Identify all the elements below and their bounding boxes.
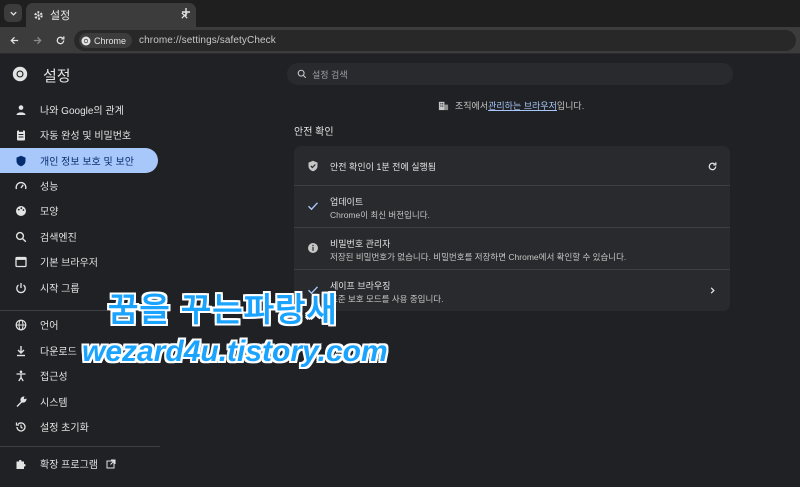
browser-icon (15, 256, 27, 268)
plus-icon (182, 8, 190, 16)
sidebar-item-privacy[interactable]: 개인 정보 보호 및 보안 (0, 148, 158, 173)
watermark-title: 꿈을 꾸는파랑새 (108, 291, 338, 328)
new-tab-button[interactable] (179, 5, 193, 19)
check-icon (307, 200, 319, 212)
settings-header: 설정 설정 검색 (0, 55, 800, 93)
building-icon (438, 101, 449, 111)
address-bar[interactable]: Chrome chrome://settings/safetyCheck (74, 30, 796, 51)
arrow-left-icon (9, 36, 18, 44)
safety-check-card: 안전 확인이 1분 전에 실행됨 업데이트 Chrome이 최신 버전입니다. … (294, 146, 730, 311)
sidebar-item-label: 다운로드 (40, 347, 77, 358)
sidebar-item-label: 시스템 (40, 398, 68, 409)
back-button[interactable] (7, 33, 21, 47)
sidebar-item-default-browser[interactable]: 기본 브라우저 (0, 249, 158, 274)
safety-row-subtitle: Chrome이 최신 버전입니다. (330, 210, 430, 220)
safety-row-subtitle: 저장된 비밀번호가 없습니다. 비밀번호를 저장하면 Chrome에서 확인할 … (330, 252, 627, 262)
info-icon (307, 242, 319, 254)
person-icon (15, 104, 27, 116)
arrow-right-icon (33, 36, 42, 44)
sidebar-item-performance[interactable]: 성능 (0, 173, 158, 198)
managed-browser-link[interactable]: 관리하는 브라우저 (488, 99, 557, 112)
safety-row-title: 세이프 브라우징 (330, 281, 391, 291)
search-icon (297, 69, 307, 79)
sidebar-item-search-engine[interactable]: 검색엔진 (0, 224, 158, 249)
settings-search-input[interactable]: 설정 검색 (287, 63, 733, 85)
forward-button[interactable] (30, 33, 44, 47)
shield-icon (15, 155, 27, 167)
sidebar-item-label: 개인 정보 보호 및 보안 (40, 157, 134, 168)
puzzle-icon (15, 458, 27, 470)
sidebar-item-label: 확장 프로그램 (40, 460, 98, 471)
gear-icon (32, 9, 44, 21)
chevron-right-icon[interactable] (706, 284, 718, 296)
tab-strip: 설정 (0, 0, 800, 27)
safety-check-status: 안전 확인이 1분 전에 실행됨 (330, 162, 437, 172)
managed-notice: 조직에서 관리하는 브라우저 입니다. (438, 99, 584, 112)
globe-icon (15, 319, 27, 331)
site-info-chip[interactable]: Chrome (79, 33, 133, 48)
tab-search-button[interactable] (4, 4, 22, 22)
url-text: chrome://settings/safetyCheck (139, 35, 276, 46)
managed-text-suffix: 입니다. (556, 101, 585, 111)
safety-row-update: 업데이트 Chrome이 최신 버전입니다. (294, 186, 730, 228)
safety-check-header-row: 안전 확인이 1분 전에 실행됨 (294, 146, 730, 186)
power-icon (15, 282, 27, 294)
wrench-icon (15, 395, 27, 408)
sidebar-item-system[interactable]: 시스템 (0, 389, 158, 414)
sidebar-item-label: 시작 그룹 (40, 284, 80, 295)
safety-row-safe-browsing[interactable]: 세이프 브라우징 표준 보호 모드를 사용 중입니다. (294, 270, 730, 311)
chrome-logo-icon (12, 66, 28, 82)
download-icon (15, 345, 27, 357)
watermark-url: wezard4u.tistory.com (82, 335, 388, 368)
section-title: 안전 확인 (294, 127, 334, 138)
accessibility-icon (15, 370, 27, 382)
reset-icon (15, 421, 27, 433)
palette-icon (15, 205, 27, 217)
sidebar-item-reset[interactable]: 설정 초기화 (0, 414, 158, 439)
sidebar-item-label: 언어 (40, 321, 59, 332)
sidebar-item-extensions[interactable]: 확장 프로그램 (0, 451, 158, 476)
sidebar-item-label: 자동 완성 및 비밀번호 (40, 131, 132, 142)
chrome-logo-icon (81, 36, 91, 45)
sidebar-item-label: 성능 (40, 182, 59, 193)
refresh-icon[interactable] (706, 160, 718, 172)
sidebar-item-label: 설정 초기화 (40, 423, 89, 434)
reload-icon (56, 35, 64, 44)
sidebar-item-label: 기본 브라우저 (40, 258, 98, 269)
safety-row-title: 비밀번호 관리자 (330, 239, 391, 249)
sidebar-item-autofill[interactable]: 자동 완성 및 비밀번호 (0, 122, 158, 147)
chevron-down-icon (9, 11, 17, 16)
toolbar: Chrome chrome://settings/safetyCheck (0, 27, 800, 54)
speedometer-icon (15, 180, 27, 192)
sidebar-item-appearance[interactable]: 모양 (0, 198, 158, 223)
sidebar-item-label: 접근성 (40, 372, 68, 383)
sidebar-item-label: 모양 (40, 207, 59, 218)
shield-check-icon (307, 160, 319, 172)
sidebar-divider (0, 446, 160, 447)
sidebar-item-google[interactable]: 나와 Google의 관계 (0, 97, 158, 122)
chip-label: Chrome (94, 35, 127, 46)
search-icon (15, 231, 27, 243)
reload-button[interactable] (53, 33, 67, 47)
safety-row-subtitle: 표준 보호 모드를 사용 중입니다. (330, 294, 444, 304)
external-link-icon (106, 459, 116, 468)
clipboard-icon (15, 129, 27, 141)
safety-row-password: 비밀번호 관리자 저장된 비밀번호가 없습니다. 비밀번호를 저장하면 Chro… (294, 228, 730, 270)
sidebar-item-label: 검색엔진 (40, 233, 77, 244)
safety-row-title: 업데이트 (330, 197, 364, 207)
active-tab[interactable]: 설정 (26, 3, 196, 27)
managed-text-prefix: 조직에서 (455, 101, 489, 111)
tab-title: 설정 (50, 10, 71, 22)
page-title: 설정 (43, 68, 71, 85)
search-placeholder: 설정 검색 (312, 69, 348, 80)
sidebar-item-label: 나와 Google의 관계 (40, 106, 124, 117)
